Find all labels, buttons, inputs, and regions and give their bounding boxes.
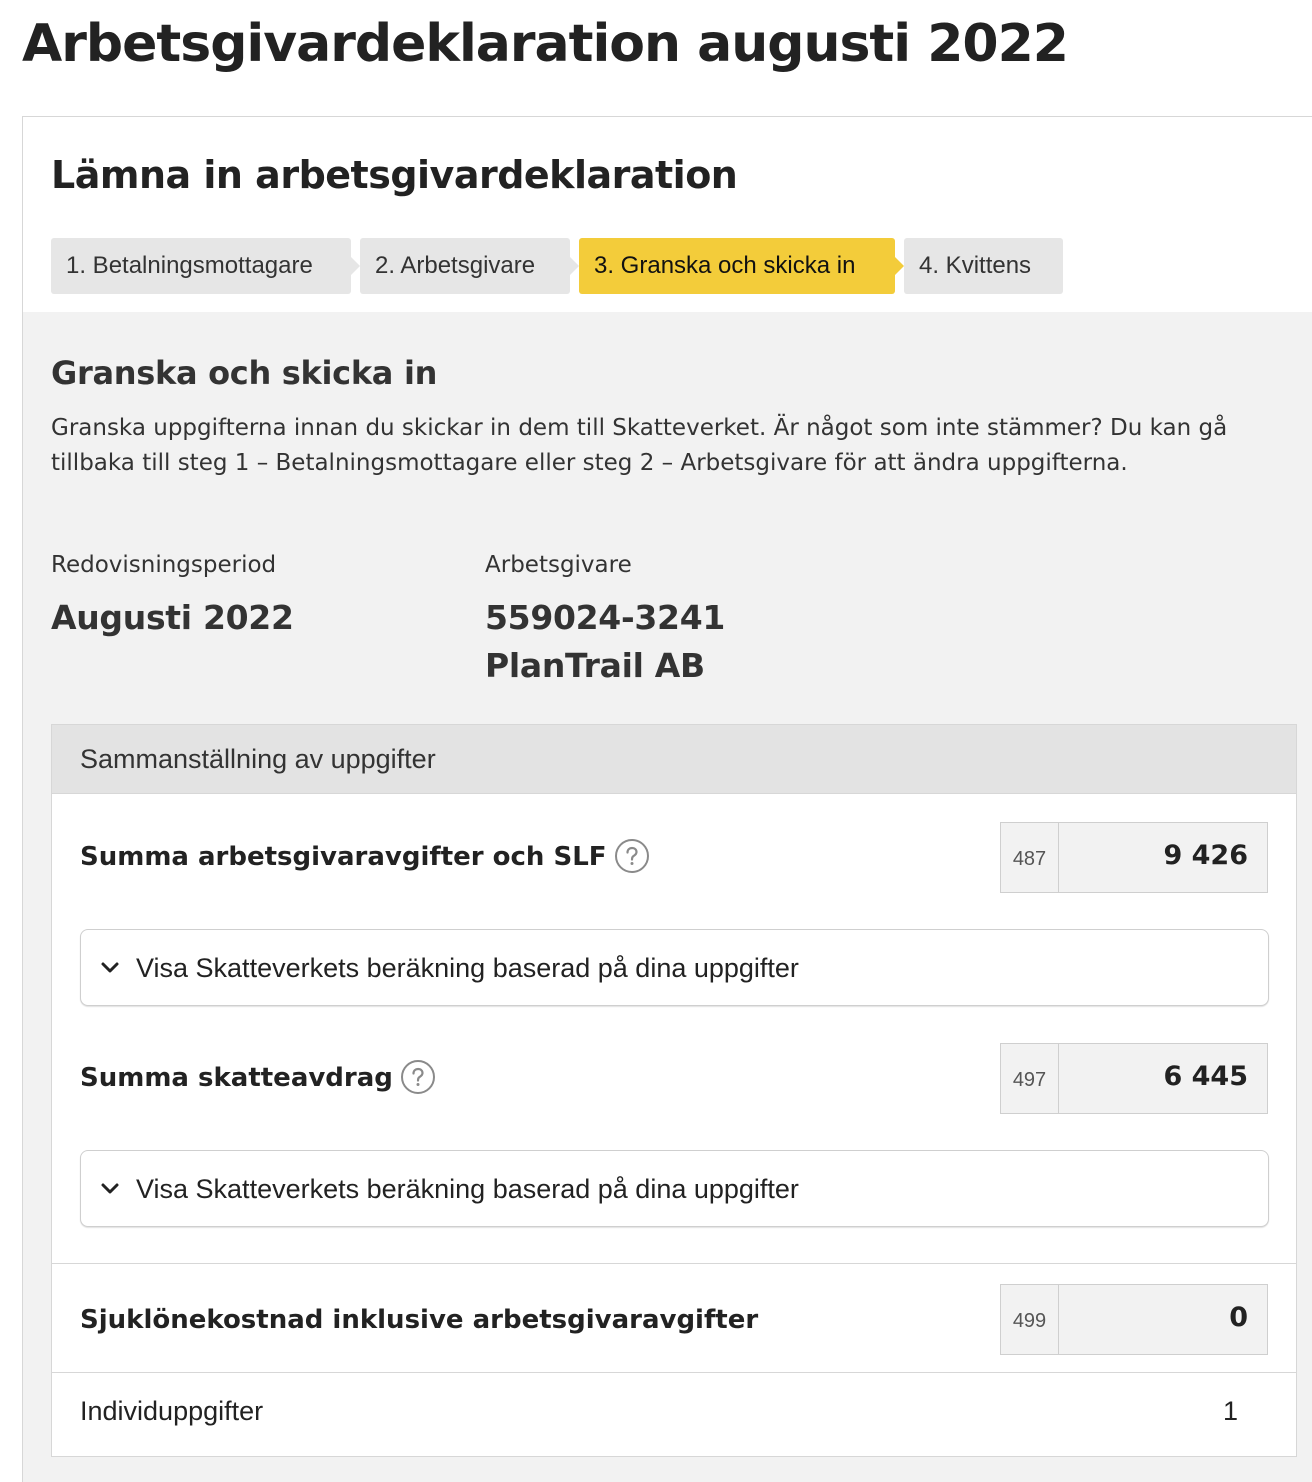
question-circle-icon[interactable] [614, 838, 649, 873]
declaration-card: Lämna in arbetsgivardeklaration 1. Betal… [22, 116, 1312, 1482]
step-label: 1. Betalningsmottagare [66, 252, 313, 279]
summary-heading: Sammanställning av uppgifter [80, 744, 436, 774]
field-code: 499 [1001, 1285, 1059, 1354]
row-label-text: Summa arbetsgivaravgifter och SLF [80, 842, 607, 872]
step-1-betalningsmottagare[interactable]: 1. Betalningsmottagare [51, 238, 360, 294]
step-4-kvittens: 4. Kvittens [904, 238, 1063, 294]
period-label: Redovisningsperiod [51, 552, 277, 578]
employer-label: Arbetsgivare [485, 552, 632, 578]
expander-label: Visa Skatteverkets beräkning baserad på … [136, 1174, 799, 1204]
form-title: Lämna in arbetsgivardeklaration [51, 153, 738, 197]
section-description: Granska uppgifterna innan du skickar in … [51, 415, 1228, 476]
field-487: 487 9 426 [1000, 822, 1268, 893]
summary-row-label-sjuklonekostnad: Sjuklönekostnad inklusive arbetsgivaravg… [80, 1300, 758, 1340]
page-title: Arbetsgivardeklaration augusti 2022 [22, 14, 1069, 74]
show-calculation-expander-1[interactable]: Visa Skatteverkets beräkning baserad på … [80, 929, 1269, 1006]
expander-label: Visa Skatteverkets beräkning baserad på … [136, 953, 799, 983]
section-title: Granska och skicka in [51, 354, 438, 392]
field-497: 497 6 445 [1000, 1043, 1268, 1114]
field-code: 497 [1001, 1044, 1059, 1113]
field-code: 487 [1001, 823, 1059, 892]
chevron-down-icon [101, 1183, 119, 1194]
summary-row-label-arbetsgivaravgifter: Summa arbetsgivaravgifter och SLF [80, 837, 649, 877]
period-value: Augusti 2022 [51, 598, 294, 637]
employer-name: PlanTrail AB [485, 646, 705, 685]
step-label: 4. Kvittens [919, 252, 1032, 279]
summary-row-label-skatteavdrag: Summa skatteavdrag [80, 1058, 435, 1098]
field-value: 9 426 [1163, 840, 1248, 871]
row-label-text: Summa skatteavdrag [80, 1063, 393, 1093]
divider [52, 1372, 1296, 1373]
field-value: 6 445 [1163, 1061, 1248, 1092]
question-circle-icon[interactable] [400, 1059, 435, 1094]
field-value: 0 [1229, 1302, 1248, 1333]
row-label-text: Sjuklönekostnad inklusive arbetsgivaravg… [80, 1305, 759, 1335]
chevron-down-icon [101, 962, 119, 973]
summary-header: Sammanställning av uppgifter [52, 725, 1296, 794]
step-arrow-icon [570, 257, 579, 275]
show-calculation-expander-2[interactable]: Visa Skatteverkets beräkning baserad på … [80, 1150, 1269, 1227]
individual-label: Individuppgifter [80, 1396, 264, 1426]
field-499: 499 0 [1000, 1284, 1268, 1355]
step-label: 3. Granska och skicka in [594, 252, 856, 279]
card-header: Lämna in arbetsgivardeklaration 1. Betal… [23, 117, 1312, 312]
individual-count: 1 [1222, 1396, 1238, 1426]
step-arrow-icon [351, 257, 360, 275]
step-label: 2. Arbetsgivare [375, 252, 536, 279]
divider [52, 1263, 1296, 1264]
summary-panel: Sammanställning av uppgifter Summa arbet… [51, 724, 1297, 1457]
step-3-granska-och-skicka-in: 3. Granska och skicka in [579, 238, 904, 294]
step-arrow-icon [895, 257, 904, 275]
review-panel: Granska och skicka in Granska uppgiftern… [23, 312, 1312, 1482]
step-2-arbetsgivare[interactable]: 2. Arbetsgivare [360, 238, 579, 294]
employer-org-number: 559024-3241 [485, 598, 726, 637]
